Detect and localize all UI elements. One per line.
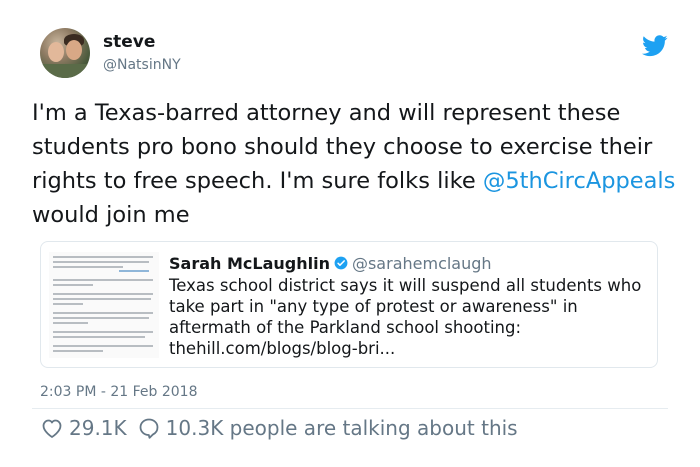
- avatar[interactable]: [40, 28, 90, 78]
- conversation-count[interactable]: 10.3K people are talking about this: [166, 416, 518, 440]
- tweet-text-part: would join me: [32, 202, 190, 228]
- quoted-author-handle[interactable]: @sarahemclaugh: [352, 254, 492, 273]
- tweet-timestamp[interactable]: 2:03 PM - 21 Feb 2018: [40, 384, 198, 400]
- twitter-bird-icon[interactable]: [642, 35, 668, 57]
- quoted-tweet-thumbnail: [49, 252, 159, 358]
- author-name[interactable]: steve: [103, 32, 155, 52]
- author-handle[interactable]: @NatsinNY: [103, 57, 181, 73]
- embedded-tweet: steve @NatsinNY I'm a Texas-barred attor…: [0, 0, 700, 467]
- mention-link[interactable]: @5thCircAppeals: [483, 168, 676, 194]
- like-count[interactable]: 29.1K: [69, 416, 127, 440]
- tweet-text: I'm a Texas-barred attorney and will rep…: [32, 96, 682, 232]
- engagement-bar: 29.1K 10.3K people are talking about thi…: [40, 414, 518, 442]
- quoted-author-name[interactable]: Sarah McLaughlin: [169, 254, 330, 273]
- quoted-tweet[interactable]: Sarah McLaughlin @sarahemclaugh Texas sch…: [40, 241, 658, 368]
- quoted-tweet-author: Sarah McLaughlin @sarahemclaugh: [169, 253, 492, 275]
- divider: [32, 408, 668, 409]
- quoted-tweet-text: Texas school district says it will suspe…: [169, 276, 642, 358]
- verified-badge-icon: [334, 256, 348, 270]
- heart-icon[interactable]: [40, 416, 64, 440]
- comment-icon[interactable]: [137, 416, 161, 440]
